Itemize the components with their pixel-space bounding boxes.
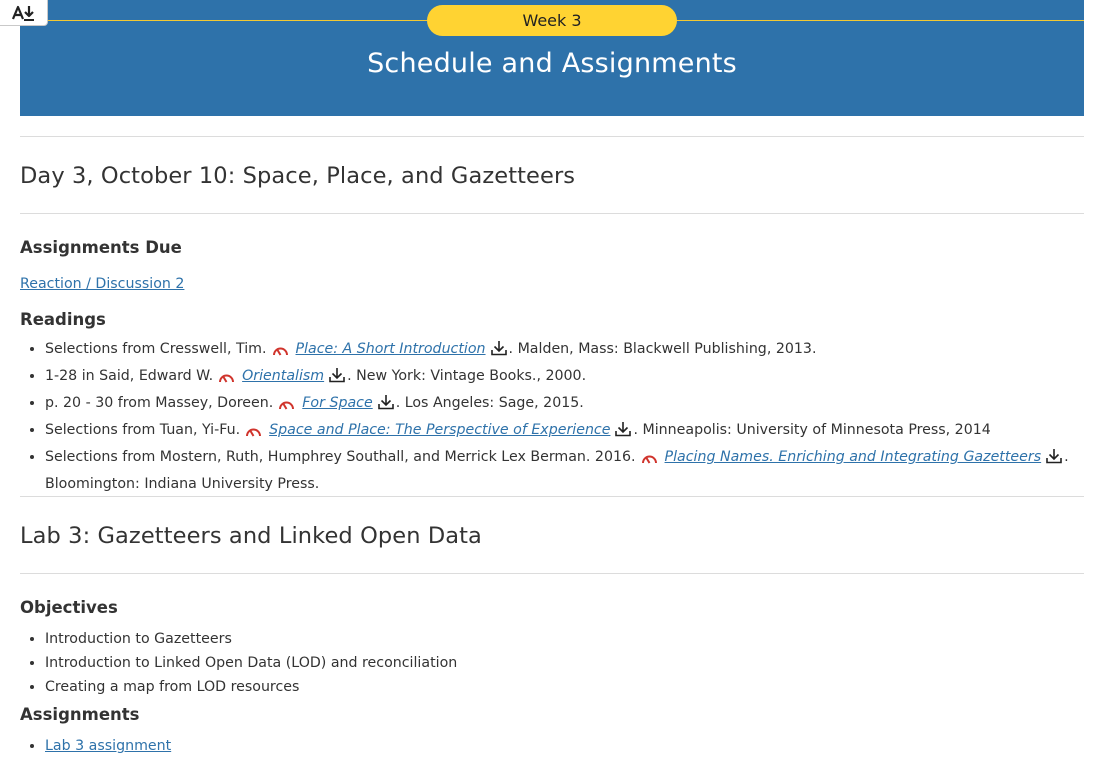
objectives-heading: Objectives [20,598,118,617]
download-icon[interactable] [328,367,346,391]
divider [20,573,1084,574]
lab-heading: Lab 3: Gazetteers and Linked Open Data [20,523,482,549]
reading-citation-suffix: . New York: Vintage Books., 2000. [347,368,587,384]
download-icon[interactable] [490,340,508,364]
reading-citation-prefix: Selections from Mostern, Ruth, Humphrey … [45,449,636,465]
reading-citation-prefix: Selections from Cresswell, Tim. [45,341,267,357]
objective-item: Creating a map from LOD resources [45,675,1084,699]
reading-citation-suffix: . Minneapolis: University of Minnesota P… [633,422,991,438]
reading-citation-prefix: 1-28 in Said, Edward W. [45,368,214,384]
download-icon[interactable] [377,394,395,418]
reading-citation-prefix: p. 20 - 30 from Massey, Doreen. [45,395,274,411]
reading-item: 1-28 in Said, Edward W. Orientalism . New … [45,364,1084,391]
download-icon[interactable] [614,421,632,445]
lab-assignments-list: Lab 3 assignment [20,734,1084,758]
objective-item: Introduction to Linked Open Data (LOD) a… [45,651,1084,675]
week-badge: Week 3 [427,5,677,36]
readings-list: Selections from Cresswell, Tim. Place: A … [20,337,1084,496]
gauge-icon [278,394,295,418]
text-size-download-icon [11,5,34,21]
page-title: Schedule and Assignments [367,48,737,79]
divider [20,213,1084,214]
accessibility-tool-button[interactable] [0,0,48,26]
reading-title-link[interactable]: Placing Names. Enriching and Integrating… [665,449,1042,465]
reading-title-link[interactable]: Orientalism [242,368,324,384]
list-item: Lab 3 assignment [45,734,1084,758]
reaction-discussion-link[interactable]: Reaction / Discussion 2 [20,276,184,292]
reading-title-link[interactable]: Space and Place: The Perspective of Expe… [269,422,610,438]
gauge-icon [245,421,262,445]
page-banner: Week 3 Schedule and Assignments [20,0,1084,116]
reading-title-link[interactable]: Place: A Short Introduction [296,341,486,357]
gauge-icon [218,367,235,391]
main-content: Day 3, October 10: Space, Place, and Gaz… [20,136,1084,758]
objective-item: Introduction to Gazetteers [45,627,1084,651]
reading-citation-prefix: Selections from Tuan, Yi-Fu. [45,422,241,438]
lab-assignment-link[interactable]: Lab 3 assignment [45,738,171,754]
reading-item: p. 20 - 30 from Massey, Doreen. For Space… [45,391,1084,418]
reading-citation-suffix: . Los Angeles: Sage, 2015. [395,395,584,411]
download-icon[interactable] [1045,448,1063,472]
reading-item: Selections from Tuan, Yi-Fu. Space and Pl… [45,418,1084,445]
readings-heading: Readings [20,310,106,329]
reading-citation-suffix: . Malden, Mass: Blackwell Publishing, 20… [508,341,817,357]
reading-title-link[interactable]: For Space [302,395,372,411]
assignments-due-heading: Assignments Due [20,238,182,257]
reading-item: Selections from Cresswell, Tim. Place: A … [45,337,1084,364]
objectives-list: Introduction to Gazetteers Introduction … [20,627,1084,699]
gauge-icon [272,340,289,364]
gauge-icon [641,448,658,472]
day-heading: Day 3, October 10: Space, Place, and Gaz… [20,163,576,189]
reading-item: Selections from Mostern, Ruth, Humphrey … [45,445,1084,496]
assignments-heading: Assignments [20,705,140,724]
